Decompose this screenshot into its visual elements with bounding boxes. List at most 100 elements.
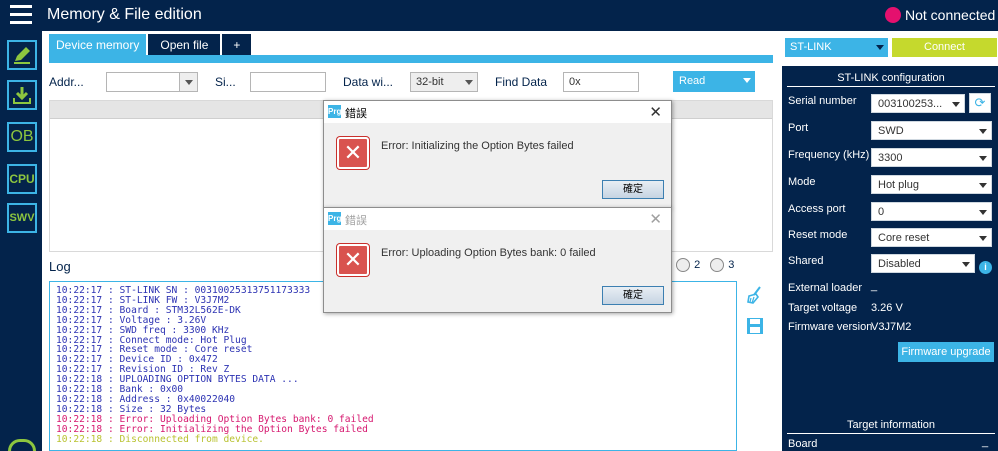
swv-icon[interactable]: SWV [7,203,37,233]
address-dropdown-button[interactable] [179,73,197,91]
mode-value: Hot plug [878,179,919,191]
error-icon: ✕ [337,244,369,276]
app-icon: Prg [328,105,342,118]
chevron-down-icon [465,80,473,85]
chevron-down-icon [876,45,884,50]
cpu-icon[interactable]: CPU [7,164,37,194]
menu-icon[interactable] [10,5,32,25]
access-port-select[interactable]: 0 [871,202,992,221]
size-label: Si... [215,75,236,89]
board-label: Board [788,438,818,450]
radio-3[interactable] [710,258,725,272]
pencil-icon[interactable] [7,40,37,70]
firmware-version-label: Firmware version [788,321,873,333]
error-icon: ✕ [337,137,369,169]
ok-button[interactable]: 確定 [602,180,664,199]
target-info-title: Target information [787,419,995,434]
connection-status-dot [885,7,901,23]
close-icon[interactable]: ✕ [649,210,662,228]
ob-icon[interactable]: OB [7,122,37,152]
size-input[interactable] [250,72,326,92]
page-title: Memory & File edition [47,6,202,23]
shared-value: Disabled [878,258,921,270]
dialog-title: 錯誤 [345,215,367,227]
shared-label: Shared [788,255,824,267]
close-icon[interactable]: ✕ [649,103,662,121]
find-data-label: Find Data [495,75,548,89]
error-dialog-initializing: Prg 錯誤 ✕ ✕ Error: Initializing the Optio… [323,100,672,208]
access-port-value: 0 [878,206,885,218]
dialog-body: ✕ Error: Uploading Option Bytes bank: 0 … [324,230,671,312]
serial-number-select[interactable]: 003100253... [871,94,965,113]
log-label: Log [49,259,71,274]
board-value: _ [982,436,989,448]
target-voltage-value: 3.26 V [871,302,903,314]
port-value: SWD [878,125,904,137]
chevron-down-icon [979,183,987,188]
reset-mode-label: Reset mode [788,229,848,241]
app-icon: Prg [328,212,342,225]
dialog-body: ✕ Error: Initializing the Option Bytes f… [324,123,671,205]
serial-number-value: 003100253... [878,98,943,110]
find-data-input[interactable]: 0x [563,72,639,92]
port-select[interactable]: SWD [871,121,992,140]
ok-button[interactable]: 確定 [602,286,664,305]
settings-gear-icon[interactable] [8,439,36,451]
serial-number-label: Serial number [788,95,857,107]
port-label: Port [788,122,809,134]
error-dialog-uploading: Prg 錯誤 ✕ ✕ Error: Uploading Option Bytes… [323,207,672,313]
access-port-label: Access port [788,203,846,215]
tab-open-file[interactable]: Open file [148,34,221,56]
shared-select[interactable]: Disabled [871,254,975,273]
radio-2-label: 2 [694,259,701,271]
clear-log-broom-icon[interactable] [745,285,765,305]
probe-select[interactable]: ST-LINK [785,38,888,57]
stlink-config-panel: ST-LINK configuration Serial number 0031… [782,66,998,451]
dialog-message: Error: Uploading Option Bytes bank: 0 fa… [381,247,596,259]
save-log-icon[interactable] [745,316,765,336]
read-button[interactable]: Read [673,71,755,92]
external-loader-value: _ [871,280,878,292]
frequency-value: 3300 [878,152,903,164]
reset-mode-select[interactable]: Core reset [871,228,992,247]
chevron-down-icon [743,78,751,83]
chevron-down-icon [979,156,987,161]
radio-3-label: 3 [728,259,735,271]
firmware-upgrade-button[interactable]: Firmware upgrade [898,342,994,362]
data-width-label: Data wi... [343,75,394,89]
mode-select[interactable]: Hot plug [871,175,992,194]
connection-status-text: Not connected [905,7,996,23]
chevron-down-icon [952,102,960,107]
dialog-title-bar: Prg 錯誤 ✕ [324,101,671,123]
chevron-down-icon [979,210,987,215]
probe-select-value: ST-LINK [790,41,832,53]
dialog-message: Error: Initializing the Option Bytes fai… [381,140,574,152]
tab-strip [49,55,773,63]
download-icon[interactable] [7,80,37,110]
target-voltage-label: Target voltage [788,302,858,314]
tab-device-memory[interactable]: Device memory [49,34,147,56]
memory-tabs: Device memory Open file + [49,34,253,56]
connect-button[interactable]: Connect [892,38,997,57]
radio-2[interactable] [676,258,691,272]
data-width-select[interactable]: 32-bit [410,72,478,92]
title-bar: Memory & File edition Not connected [0,0,998,31]
info-icon[interactable]: i [979,261,992,274]
refresh-icon[interactable]: ⟳ [969,93,991,113]
firmware-version-value: V3J7M2 [871,321,912,333]
left-nav-rail: OB CPU SWV [0,31,42,451]
config-title: ST-LINK configuration [787,72,995,87]
chevron-down-icon [979,236,987,241]
chevron-down-icon [185,80,193,85]
dialog-title: 錯誤 [345,108,367,120]
chevron-down-icon [962,262,970,267]
tab-add[interactable]: + [222,34,252,56]
memory-toolbar: Addr... Si... Data wi... 32-bit Find Dat… [49,66,773,98]
data-width-value: 32-bit [416,76,444,88]
address-input[interactable] [106,72,198,92]
log-line-warning: 10:22:18 : Disconnected from device. [56,433,264,445]
frequency-select[interactable]: 3300 [871,148,992,167]
frequency-label: Frequency (kHz) [788,149,870,161]
dialog-title-bar: Prg 錯誤 ✕ [324,208,671,230]
mode-label: Mode [788,176,816,188]
